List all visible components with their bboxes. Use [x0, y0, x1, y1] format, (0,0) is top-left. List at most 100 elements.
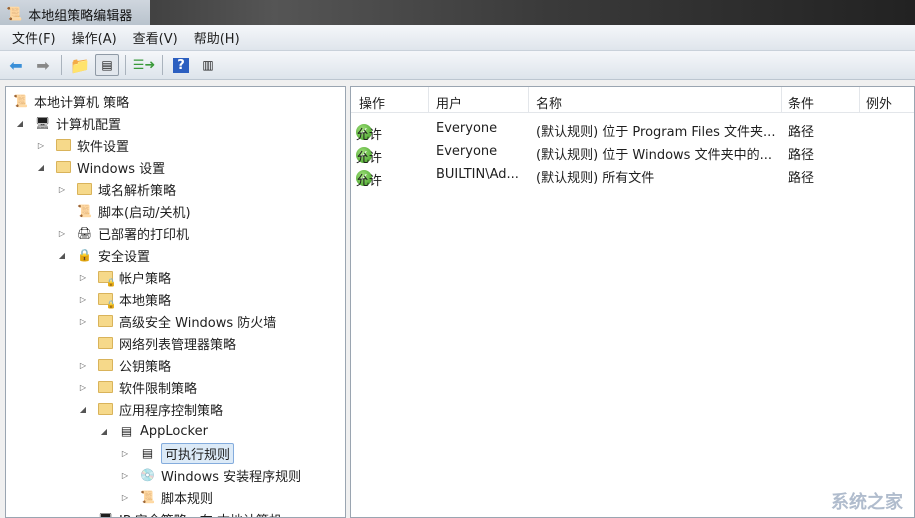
rule-row[interactable]: ✓ 允许 BUILTIN\Ad... (默认规则) 所有文件 路径: [351, 164, 914, 189]
folder-icon: [97, 379, 114, 395]
tree-node[interactable]: ▷ 📜 脚本规则: [119, 487, 213, 507]
expand-arrow-icon[interactable]: ▷: [119, 449, 131, 458]
collapse-arrow-icon[interactable]: ◢: [35, 163, 47, 172]
tree-node[interactable]: ▷ 🖥 IP 安全策略，在 本地计算机: [77, 509, 282, 518]
tree-node[interactable]: ▷ 🖨 已部署的打印机: [56, 223, 189, 243]
tree-node-label: 公钥策略: [119, 359, 172, 375]
folder-icon: [97, 313, 114, 329]
show-hide-action-pane-icon[interactable]: ▥: [196, 54, 220, 76]
menu-bar: 文件(F) 操作(A) 查看(V) 帮助(H): [0, 25, 915, 51]
tree-node[interactable]: 📜 脚本(启动/关机): [56, 201, 191, 221]
tree-node-label: 本地计算机 策略: [34, 95, 130, 111]
condition-cell: 路径: [788, 125, 815, 140]
rule-row[interactable]: ✓ 允许 Everyone (默认规则) 位于 Program Files 文件夹…: [351, 118, 914, 143]
expand-arrow-icon[interactable]: ▷: [77, 515, 89, 518]
toolbar-separator: [162, 55, 163, 75]
rules-list: 操作 用户 名称 条件 例外 ✓ 允许 Everyone (默认规则) 位于 Pr…: [350, 86, 915, 518]
expand-arrow-icon[interactable]: ▷: [119, 493, 131, 502]
rule-row[interactable]: ✓ 允许 Everyone (默认规则) 位于 Windows 文件夹中的... …: [351, 141, 914, 166]
tree-node[interactable]: 网络列表管理器策略: [77, 333, 236, 353]
tree-node[interactable]: ▷ 域名解析策略: [56, 179, 176, 199]
menu-help[interactable]: 帮助(H): [186, 28, 248, 47]
script-icon: 📜: [140, 490, 155, 504]
column-user[interactable]: 用户: [436, 93, 462, 112]
expand-arrow-icon[interactable]: ▷: [35, 141, 47, 150]
name-cell: (默认规则) 位于 Program Files 文件夹...: [536, 125, 776, 140]
tree-node-label: 已部署的打印机: [98, 227, 190, 243]
tree-node[interactable]: ◢ 应用程序控制策略: [77, 399, 223, 419]
tree-node[interactable]: ▷ 🔒 本地策略: [77, 289, 171, 309]
column-condition[interactable]: 条件: [788, 93, 814, 112]
menu-file[interactable]: 文件(F): [4, 28, 64, 47]
toolbar-separator: [61, 55, 62, 75]
column-action[interactable]: 操作: [359, 93, 385, 112]
collapse-arrow-icon[interactable]: ◢: [14, 119, 26, 128]
tree-node-label: 可执行规则: [161, 442, 235, 464]
tree-node[interactable]: 📜 本地计算机 策略: [12, 91, 129, 111]
tree-node-label: 应用程序控制策略: [119, 403, 224, 419]
condition-cell: 路径: [788, 171, 815, 186]
forward-icon[interactable]: ➡: [31, 54, 55, 76]
tree-node-label: AppLocker: [140, 423, 208, 439]
tree-node-label: IP 安全策略，在 本地计算机: [119, 510, 282, 518]
window-title: 本地组策略编辑器: [28, 9, 133, 24]
app-icon: 📜: [6, 7, 23, 22]
collapse-arrow-icon[interactable]: ◢: [77, 405, 89, 414]
toolbar-separator: [125, 55, 126, 75]
folder-icon: [97, 357, 114, 373]
menu-action[interactable]: 操作(A): [64, 28, 125, 47]
name-cell: (默认规则) 位于 Windows 文件夹中的...: [536, 148, 772, 163]
name-cell: (默认规则) 所有文件: [536, 171, 655, 186]
tree-node[interactable]: ▷ 公钥策略: [77, 355, 171, 375]
tree-node-label: 软件限制策略: [119, 381, 198, 397]
tree-node-label: 高级安全 Windows 防火墙: [119, 315, 277, 331]
tree-node-label: 脚本规则: [161, 491, 214, 507]
tree-node[interactable]: ▷ ▤ 可执行规则: [119, 442, 235, 464]
back-icon[interactable]: ⬅: [4, 54, 28, 76]
expand-arrow-icon[interactable]: ▷: [77, 273, 89, 282]
tree-node-label: 脚本(启动/关机): [98, 205, 191, 221]
tree-node-label: Windows 设置: [77, 161, 166, 177]
title-bar: 📜 本地组策略编辑器: [0, 0, 915, 25]
tree-node[interactable]: ▷ 高级安全 Windows 防火墙: [77, 311, 276, 331]
column-name[interactable]: 名称: [536, 93, 562, 112]
folder-icon: [97, 401, 114, 417]
expand-arrow-icon[interactable]: ▷: [77, 361, 89, 370]
help-icon[interactable]: ?: [169, 54, 193, 76]
tree-node-label: 网络列表管理器策略: [119, 337, 237, 353]
expand-arrow-icon[interactable]: ▷: [56, 229, 68, 238]
ip-security-icon: 🖥: [97, 511, 114, 517]
user-cell: Everyone: [436, 121, 498, 136]
column-exception[interactable]: 例外: [866, 93, 892, 112]
security-icon: 🔒: [77, 248, 92, 262]
tree-node-label: Windows 安装程序规则: [161, 469, 302, 485]
expand-arrow-icon[interactable]: ▷: [119, 471, 131, 480]
show-hide-tree-icon[interactable]: ▤: [95, 54, 119, 76]
tree-node[interactable]: ▷ 🔒 帐户策略: [77, 267, 171, 287]
tree-node[interactable]: ◢ Windows 设置: [35, 157, 165, 177]
collapse-arrow-icon[interactable]: ◢: [56, 251, 68, 260]
expand-arrow-icon[interactable]: ▷: [77, 295, 89, 304]
tree-node[interactable]: ▷ 软件设置: [35, 135, 129, 155]
tree-node-label: 本地策略: [119, 293, 172, 309]
tree-node[interactable]: ◢ 🖥 计算机配置: [14, 113, 121, 133]
expand-arrow-icon[interactable]: ▷: [77, 317, 89, 326]
tree-node[interactable]: ◢ ▤ AppLocker: [98, 421, 208, 441]
applocker-icon: ▤: [120, 424, 133, 438]
tree-pane: 📜 本地计算机 策略 ◢ 🖥 计算机配置 ▷ 软件设置 ◢ Windows 设置 ▷ 域名解析策略 📜…: [5, 86, 346, 518]
export-list-icon[interactable]: ☰➜: [132, 54, 156, 76]
condition-cell: 路径: [788, 148, 815, 163]
action-label: 允许: [356, 174, 383, 189]
user-cell: BUILTIN\Ad...: [436, 167, 519, 182]
tree-node-label: 计算机配置: [56, 117, 122, 133]
tree-node-label: 软件设置: [77, 139, 130, 155]
tree-node[interactable]: ◢ 🔒 安全设置: [56, 245, 150, 265]
menu-view[interactable]: 查看(V): [125, 28, 186, 47]
tree-node[interactable]: ▷ 💿 Windows 安装程序规则: [119, 465, 301, 485]
up-folder-icon[interactable]: 📁: [68, 54, 92, 76]
expand-arrow-icon[interactable]: ▷: [56, 185, 68, 194]
tree-node-label: 帐户策略: [119, 271, 172, 287]
expand-arrow-icon[interactable]: ▷: [77, 383, 89, 392]
collapse-arrow-icon[interactable]: ◢: [98, 427, 110, 436]
tree-node[interactable]: ▷ 软件限制策略: [77, 377, 197, 397]
